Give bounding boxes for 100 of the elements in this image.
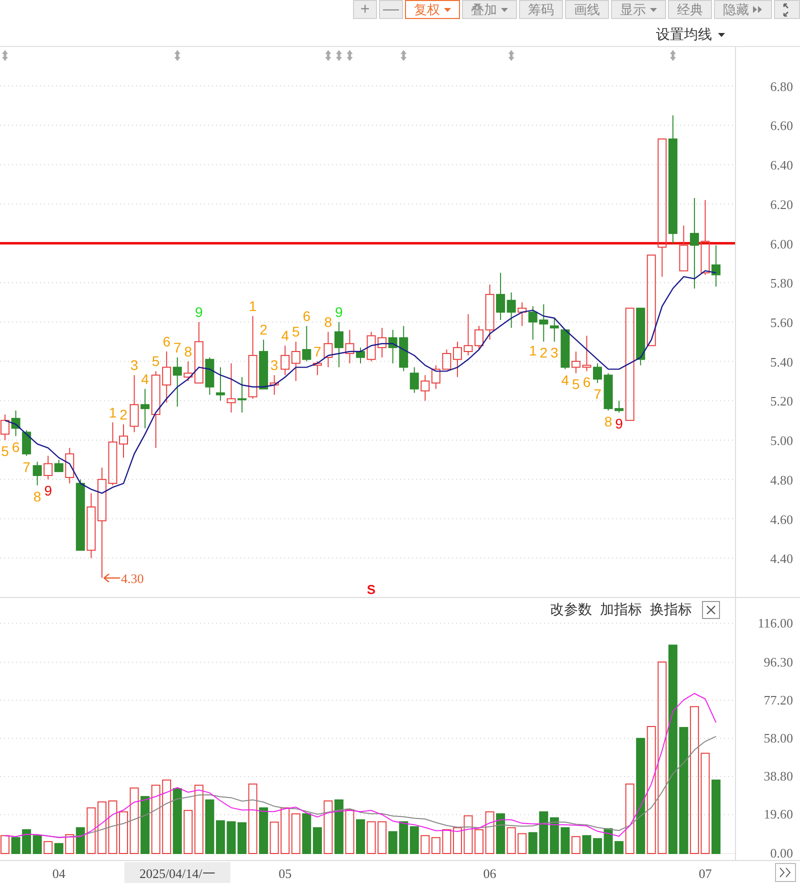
sequence-number: 9 — [335, 304, 343, 320]
fullscreen-icon — [783, 2, 791, 16]
toolbar-button[interactable]: + — [353, 0, 377, 19]
sequence-number: 2 — [260, 322, 268, 338]
candlestick — [291, 341, 300, 382]
sequence-number: 5 — [1, 443, 9, 460]
candlestick — [388, 329, 398, 364]
dropdown-button[interactable]: 复权 — [405, 0, 460, 19]
event-marker-icon[interactable] — [670, 50, 676, 61]
price-axis-label: 6.20 — [770, 196, 793, 212]
dropdown-button[interactable]: 显示 — [611, 0, 666, 19]
candlestick — [32, 461, 42, 486]
indicator-link[interactable]: 换指标 — [650, 599, 692, 620]
candlestick — [431, 364, 440, 390]
low-price-label: 4.30 — [120, 571, 144, 586]
cursor-date-label: 2025/04/14/一 — [124, 862, 230, 883]
candlestick — [378, 327, 387, 358]
candlestick — [485, 284, 494, 340]
sequence-number: 8 — [33, 488, 42, 504]
price-axis-label: 6.80 — [770, 78, 793, 94]
indicator-link[interactable]: 加指标 — [600, 599, 642, 620]
sequence-number: 6 — [582, 374, 591, 390]
candlestick — [205, 356, 214, 396]
sequence-number: 3 — [550, 344, 558, 361]
event-marker-icon[interactable] — [508, 50, 514, 61]
candlestick — [420, 374, 430, 402]
candlestick — [334, 322, 344, 368]
event-marker-icon[interactable] — [325, 50, 332, 61]
price-axis-label: 6.40 — [770, 158, 793, 173]
volume-axis-label: 58.00 — [764, 730, 793, 746]
candlestick — [238, 376, 246, 414]
dropdown-button[interactable]: 叠加 — [462, 0, 517, 19]
volume-axis-label: 38.80 — [764, 768, 793, 784]
candlestick — [119, 424, 128, 458]
sequence-number: 1 — [528, 342, 537, 359]
sequence-number: 8 — [604, 414, 612, 430]
sequence-number: 6 — [162, 334, 170, 350]
sequence-number: 3 — [270, 357, 278, 374]
candlestick — [366, 331, 376, 362]
sequence-number: 5 — [152, 353, 160, 370]
candlestick — [356, 347, 365, 364]
price-axis-label: 5.40 — [770, 354, 793, 370]
sequence-number: 8 — [184, 343, 192, 360]
toolbar-button[interactable]: 筹码 — [519, 0, 563, 19]
sequence-number: 1 — [248, 298, 257, 314]
toolbar-button[interactable]: 经典 — [668, 0, 712, 19]
candlestick — [324, 331, 333, 368]
caret-icon — [650, 8, 657, 12]
candlestick — [528, 306, 538, 340]
candlestick — [226, 362, 236, 414]
sequence-number: 5 — [572, 376, 580, 392]
double-arrow-icon — [753, 6, 763, 13]
event-marker-icon[interactable] — [400, 50, 407, 61]
toolbar-button[interactable]: 隐藏 — [714, 0, 772, 19]
sequence-number: 8 — [324, 314, 332, 330]
event-marker-icon[interactable] — [2, 50, 8, 61]
candlestick — [130, 374, 139, 433]
toolbar-button[interactable]: — — [379, 0, 403, 19]
sequence-number: 9 — [615, 416, 623, 432]
candlestick — [474, 325, 484, 350]
event-marker-icon[interactable] — [336, 50, 342, 61]
close-button[interactable] — [702, 600, 720, 618]
sequence-number: 7 — [314, 343, 322, 360]
date-axis-label: 07 — [698, 866, 712, 881]
caret-icon — [501, 8, 508, 12]
event-marker-icon[interactable] — [174, 50, 180, 61]
arrow-icon — [103, 573, 121, 583]
sequence-number: 1 — [108, 404, 117, 420]
date-axis-label: 06 — [483, 866, 496, 881]
event-marker-icon[interactable] — [346, 50, 353, 61]
price-axis-label: 6.60 — [770, 118, 793, 134]
sequence-number: 7 — [594, 386, 602, 402]
price-axis-label: 5.20 — [770, 394, 793, 409]
price-axis-label: 5.80 — [770, 276, 793, 291]
sequence-number: 5 — [292, 324, 300, 340]
sequence-number: 4 — [561, 372, 570, 388]
close-icon — [706, 604, 716, 614]
candlestick — [345, 329, 354, 364]
indicator-link[interactable]: 改参数 — [550, 599, 592, 620]
candlestick — [108, 422, 118, 486]
sequence-number: 9 — [44, 482, 52, 498]
sequence-number: 4 — [281, 328, 289, 344]
toolbar-button[interactable]: 画线 — [565, 0, 609, 19]
fullscreen-button[interactable] — [774, 0, 800, 19]
candlestick — [582, 335, 592, 372]
candlestick — [216, 366, 225, 402]
sequence-number: 9 — [195, 304, 203, 320]
candlestick — [0, 414, 10, 441]
volume-axis-label: 0.00 — [770, 846, 793, 860]
sequence-number: 6 — [302, 308, 311, 324]
signal-mark: S — [366, 582, 376, 597]
sequence-number: 6 — [12, 439, 20, 456]
candlestick — [496, 272, 506, 321]
date-axis-label: 04 — [52, 866, 66, 881]
candlestick — [280, 345, 290, 376]
sequence-number: 7 — [173, 339, 182, 356]
volume-axis-label: 19.60 — [764, 806, 793, 822]
candlestick — [162, 351, 172, 404]
volume-axis-label: 116.00 — [758, 615, 793, 630]
scroll-right-button[interactable] — [775, 863, 796, 882]
